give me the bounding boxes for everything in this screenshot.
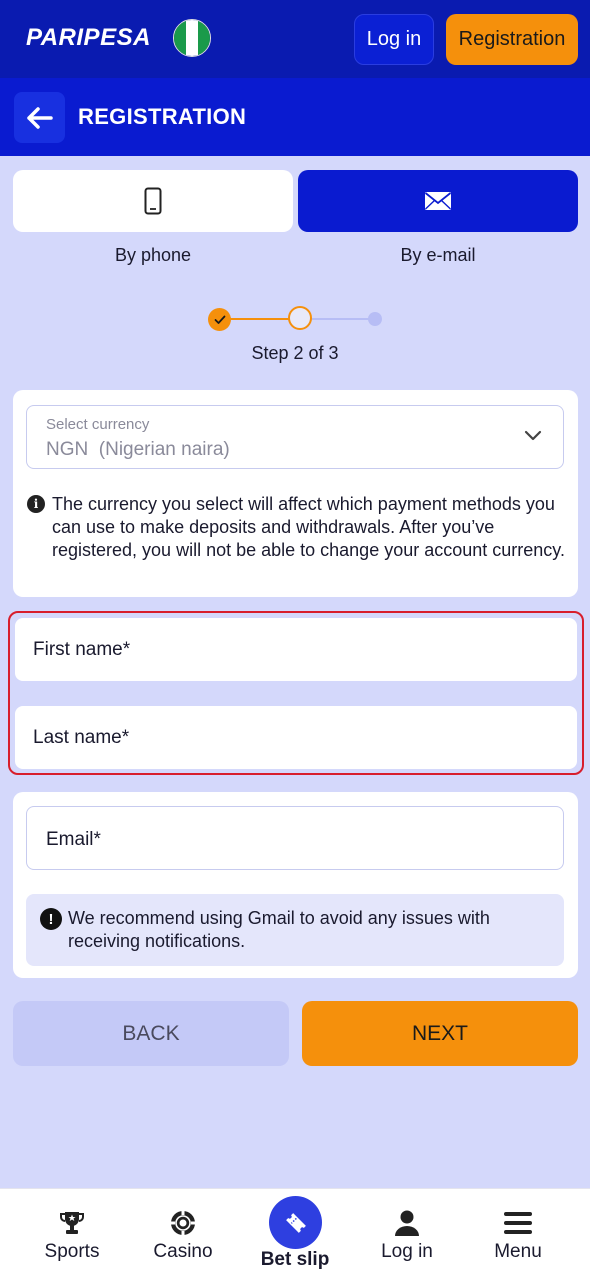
casino-chip-icon [171, 1211, 195, 1235]
tab-by-phone[interactable] [13, 170, 293, 232]
currency-card: Select currency NGN (Nigerian naira) i T… [13, 390, 578, 597]
currency-info-text: The currency you select will affect whic… [52, 494, 565, 560]
step-text: Step 2 of 3 [251, 343, 339, 363]
currency-select-label: Select currency [46, 416, 150, 433]
tab-label-email: By e-mail [400, 245, 476, 265]
arrow-left-icon [26, 106, 53, 129]
registration-button[interactable]: Registration [446, 14, 578, 65]
user-icon [395, 1210, 419, 1236]
chevron-down-icon [524, 430, 542, 441]
email-field[interactable]: Email* [26, 806, 564, 870]
hamburger-menu-icon [504, 1212, 532, 1234]
nav-label-bet-slip: Bet slip [260, 1249, 330, 1270]
next-button[interactable]: NEXT [302, 1001, 578, 1066]
step-3-pending [368, 312, 382, 326]
nav-item-menu[interactable]: Menu [463, 1189, 573, 1280]
last-name-label: Last name* [33, 727, 130, 748]
back-button[interactable] [14, 92, 65, 143]
back-step-button[interactable]: BACK [13, 1001, 289, 1066]
tab-label-phone: By phone [114, 245, 192, 265]
page-title: REGISTRATION [78, 104, 247, 129]
nav-item-sports[interactable]: Sports [17, 1189, 127, 1280]
checkmark-icon [214, 315, 225, 324]
last-name-field[interactable]: Last name* [15, 706, 577, 769]
nav-label-sports: Sports [44, 1241, 100, 1262]
ticket-icon [285, 1212, 306, 1233]
gmail-notice-text: We recommend using Gmail to avoid any is… [68, 908, 490, 951]
info-icon: i [27, 495, 45, 513]
step-1-complete [208, 308, 231, 331]
currency-select[interactable]: Select currency NGN (Nigerian naira) [26, 405, 564, 469]
envelope-icon [424, 192, 452, 210]
nav-label-login: Log in [381, 1241, 433, 1262]
first-name-field[interactable]: First name* [15, 618, 577, 681]
email-card: Email* ! We recommend using Gmail to avo… [13, 792, 578, 978]
login-button[interactable]: Log in [354, 14, 434, 65]
nigeria-flag-icon[interactable] [173, 19, 211, 57]
step-connector-pending [308, 318, 376, 320]
step-indicator [208, 306, 386, 332]
nav-item-bet-slip[interactable] [269, 1196, 322, 1249]
currency-select-value: NGN (Nigerian naira) [46, 439, 230, 460]
nav-label-menu: Menu [494, 1241, 542, 1262]
nav-label-casino: Casino [153, 1241, 213, 1262]
trophy-icon [60, 1212, 84, 1234]
first-name-label: First name* [33, 639, 131, 660]
gmail-notice: ! We recommend using Gmail to avoid any … [26, 894, 564, 966]
paripesa-logo[interactable]: PARIPESA [26, 24, 151, 52]
step-2-current [288, 306, 312, 330]
nav-item-login[interactable]: Log in [352, 1189, 462, 1280]
phone-icon [144, 187, 162, 215]
email-label: Email* [46, 829, 101, 850]
page-header: REGISTRATION [0, 78, 590, 156]
exclamation-icon: ! [40, 908, 62, 930]
top-bar: PARIPESA Log in Registration [0, 0, 590, 78]
tab-by-email[interactable] [298, 170, 578, 232]
nav-item-casino[interactable]: Casino [128, 1189, 238, 1280]
